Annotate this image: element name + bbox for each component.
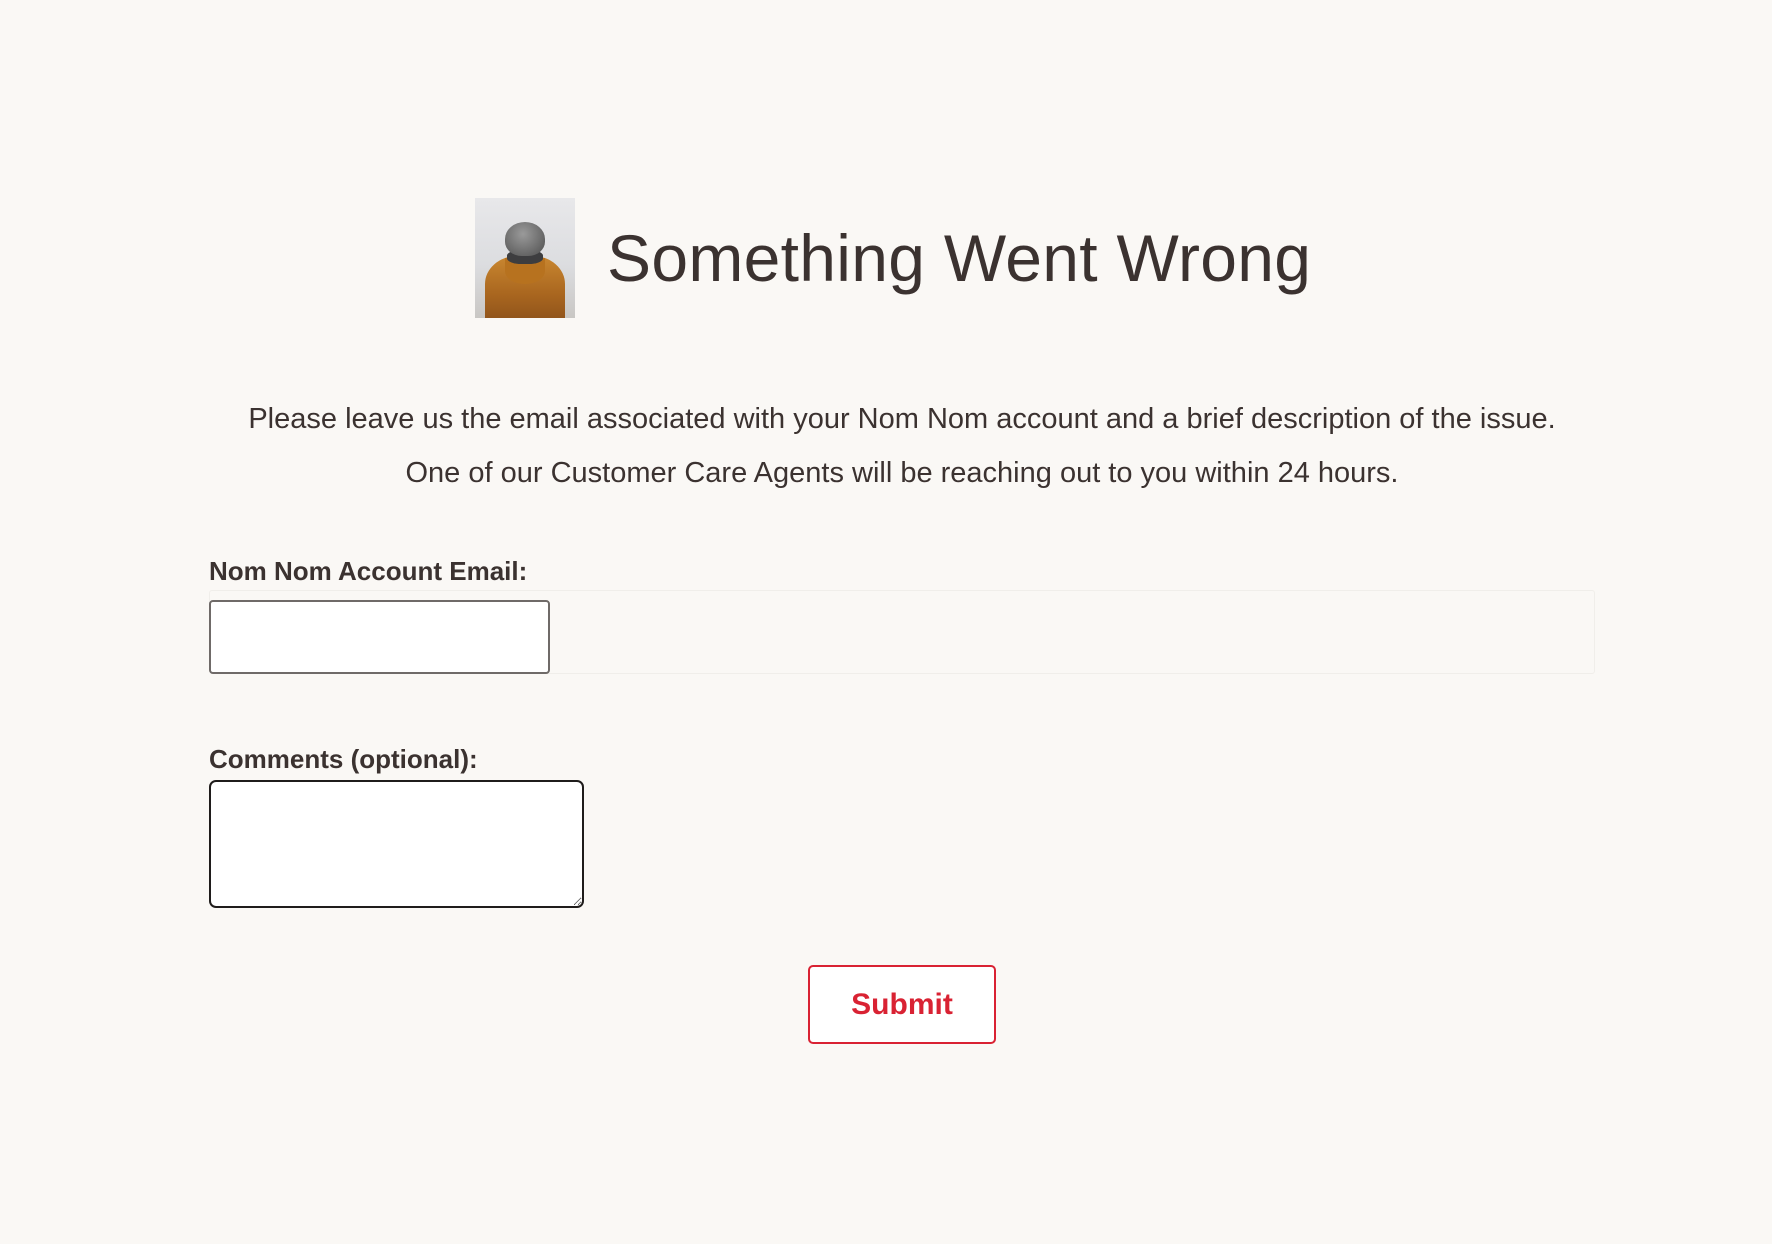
error-page: Something Went Wrong Please leave us the… — [209, 0, 1595, 1244]
email-label: Nom Nom Account Email: — [209, 556, 528, 586]
comments-textarea[interactable] — [209, 780, 584, 908]
comments-label: Comments (optional): — [209, 744, 478, 774]
intro-text: Please leave us the email associated wit… — [209, 392, 1595, 500]
avatar — [475, 198, 575, 318]
email-field[interactable] — [209, 600, 550, 674]
intro-line-1: Please leave us the email associated wit… — [248, 403, 1556, 435]
page-header: Something Went Wrong — [475, 198, 1311, 318]
page-title: Something Went Wrong — [607, 221, 1312, 295]
intro-line-2: One of our Customer Care Agents will be … — [405, 457, 1399, 489]
avatar-beanie — [505, 222, 545, 256]
submit-button[interactable]: Submit — [808, 965, 996, 1044]
